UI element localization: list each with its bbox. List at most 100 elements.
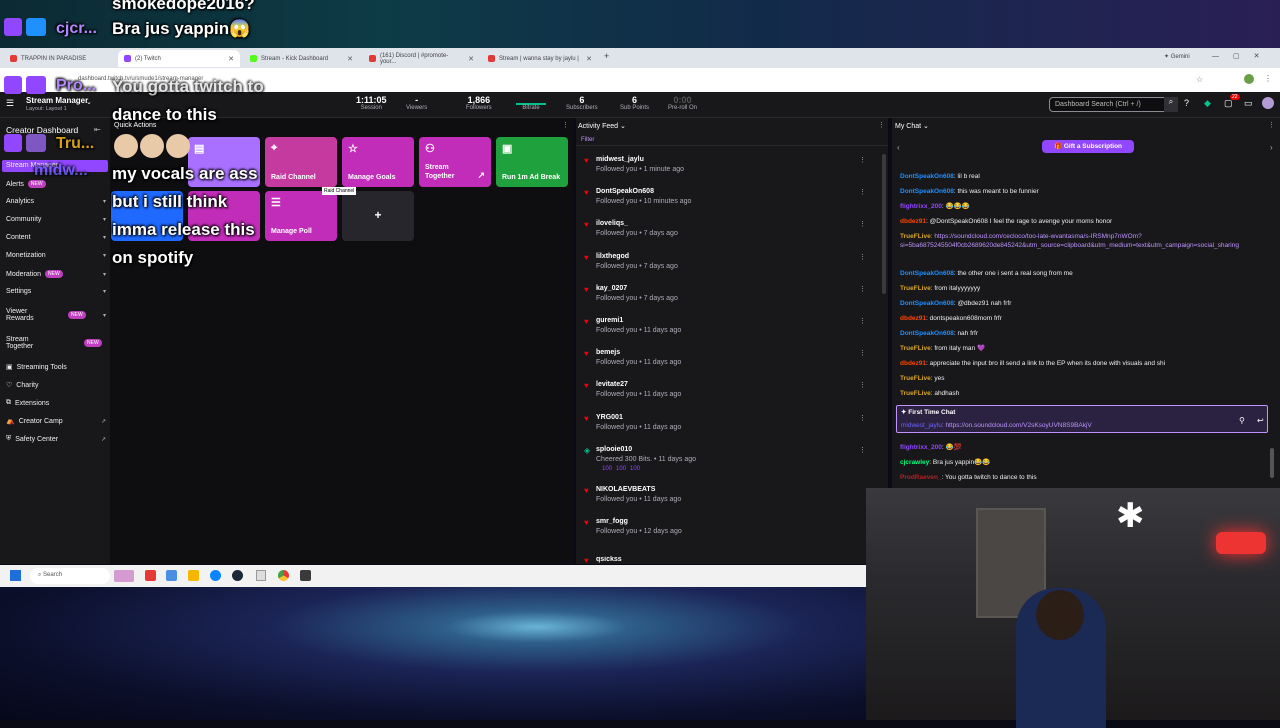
gift-subscription-button[interactable]: 🎁 Gift a Subscription [1042,140,1134,153]
bits-icon[interactable]: ◆ [1204,98,1211,109]
close-icon[interactable]: ✕ [468,55,474,63]
filter-bar[interactable]: Filter [576,134,888,146]
chat-message[interactable]: TrueFLive: https://soundcloud.com/cecloc… [900,232,1268,250]
browser-tab-active[interactable]: (2) Twitch ✕ [118,50,240,67]
chat-username[interactable]: DontSpeakOn608 [900,188,954,195]
window-controls[interactable]: —▢✕ [1212,52,1273,60]
chat-message[interactable]: DontSpeakOn608: @dbdez91 nah frfr [900,299,1268,308]
chat-username[interactable]: dbdez91 [900,360,926,367]
activity-item[interactable]: ♥ iloveliqs_ Followed you • 7 days ago ⋮ [584,220,874,237]
chat-message[interactable]: TrueFLive: ahdhash [900,389,1268,398]
item-menu-icon[interactable]: ⋮ [859,156,866,164]
app-icon[interactable] [145,570,156,581]
sidebar-item-creator-camp[interactable]: ⛺ Creator Camp ↗ [6,417,106,426]
close-icon[interactable]: ✕ [347,55,353,63]
activity-username[interactable]: qsickss [596,556,622,563]
whispers-icon[interactable]: ▭ [1244,98,1253,109]
panel-menu-icon[interactable]: ⋮ [878,121,885,129]
chat-message[interactable]: DontSpeakOn608: lil b real [900,172,1268,181]
browser-tab[interactable]: Stream | wanna stay by jaylu | ✕ [482,50,598,67]
chat-message[interactable]: DontSpeakOn608: this was meant to be fun… [900,187,1268,196]
pin-icon[interactable]: ⚲ [1239,416,1245,425]
activity-username[interactable]: NIKOLAEVBEATS [596,486,655,493]
activity-username[interactable]: levitate27 [596,381,628,388]
close-icon[interactable]: ✕ [228,55,234,63]
chat-username[interactable]: ProdRaeven_ [900,474,942,481]
sidebar-item-charity[interactable]: ♡ Charity [6,381,106,390]
run-ad-break-button[interactable]: ▣ Run 1m Ad Break [496,137,568,187]
edge-icon[interactable] [210,570,221,581]
sidebar-item-moderation[interactable]: Moderation NEW ▾ [6,270,106,278]
chat-username[interactable]: TrueFLive [900,375,931,382]
activity-username[interactable]: YRG001 [596,414,623,421]
item-menu-icon[interactable]: ⋮ [859,188,866,196]
sidebar-item-content[interactable]: Content ▾ [6,234,106,241]
sidebar-item-analytics[interactable]: Analytics ▾ [6,198,106,205]
stream-together-button[interactable]: ⚇ Stream Together ↗ [419,137,491,187]
browser-tab[interactable]: (161) Discord | #promote-your... ✕ [363,50,480,67]
chat-message[interactable]: TrueFLive: yes [900,374,1268,383]
chat-username[interactable]: TrueFLive [900,285,931,292]
sidebar-item-settings[interactable]: Settings ▾ [6,288,106,295]
chat-username[interactable]: TrueFLive [900,345,931,352]
activity-item[interactable]: ♥ NIKOLAEVBEATS Followed you • 11 days ago [584,486,874,503]
file-icon[interactable] [256,570,266,581]
profile-avatar[interactable] [1244,74,1254,84]
chat-message[interactable]: DontSpeakOn608: nah frfr [900,329,1268,338]
item-menu-icon[interactable]: ⋮ [859,414,866,422]
activity-username[interactable]: lilxthegod [596,253,629,260]
chrome-icon[interactable] [278,570,289,581]
activity-username[interactable]: midwest_jaylu [596,156,644,163]
chat-username[interactable]: DontSpeakOn608 [900,270,954,277]
activity-feed-title[interactable]: Activity Feed ⌄ [578,122,626,130]
item-menu-icon[interactable]: ⋮ [859,381,866,389]
item-menu-icon[interactable]: ⋮ [859,285,866,293]
hamburger-icon[interactable]: ☰ [6,98,14,109]
chat-username[interactable]: dbdez91 [900,218,926,225]
collapse-icon[interactable]: ⇤ [94,125,101,134]
chevron-right-icon[interactable]: › [1270,143,1273,152]
chat-text[interactable]: : https://on.soundcloud.com/V2sKsoyUVN8S… [942,422,1092,429]
activity-username[interactable]: bemejs [596,349,620,356]
activity-item[interactable]: ◈ splooie010 Cheered 300 Bits. • 11 days a… [584,446,874,472]
gemini-button[interactable]: ✦ Gemini [1164,53,1190,60]
chat-message[interactable]: TrueFLive: from italyyyyyyy [900,284,1268,293]
activity-username[interactable]: iloveliqs_ [596,220,628,227]
chevron-down-icon[interactable]: ⌄ [86,98,92,106]
steam-icon[interactable] [232,570,243,581]
manage-poll-button[interactable]: ☰ Manage Poll [265,191,337,241]
browser-tab[interactable]: TRAPPIN IN PARADISE [4,50,114,67]
item-menu-icon[interactable]: ⋮ [859,446,866,454]
item-menu-icon[interactable]: ⋮ [859,317,866,325]
chat-message[interactable]: cjcrawley: Bra jus yappin😂😂 [900,458,1268,467]
file-explorer-icon[interactable] [188,570,199,581]
panel-menu-icon[interactable]: ⋮ [562,121,569,129]
activity-username[interactable]: splooie010 [596,446,632,453]
help-icon[interactable]: ? [1184,98,1189,108]
chat-message[interactable]: dbdez91: dontspeakon608mom frfr [900,314,1268,323]
activity-item[interactable]: ♥ guremi1 Followed you • 11 days ago ⋮ [584,317,874,334]
activity-item[interactable]: ♥ kay_0207 Followed you • 7 days ago ⋮ [584,285,874,302]
obs-icon[interactable] [300,570,311,581]
activity-item[interactable]: ♥ smr_fogg Followed you • 12 days ago [584,518,874,535]
sidebar-item-community[interactable]: Community ▾ [6,216,106,223]
chat-username[interactable]: TrueFLive [900,390,931,397]
scrollbar[interactable] [1270,448,1274,478]
chat-username[interactable]: DontSpeakOn608 [900,330,954,337]
activity-item[interactable]: ♥ lilxthegod Followed you • 7 days ago ⋮ [584,253,874,270]
item-menu-icon[interactable]: ⋮ [859,220,866,228]
activity-username[interactable]: guremi1 [596,317,623,324]
chat-username[interactable]: flightrixx_200 [900,444,942,451]
manage-goals-button[interactable]: ☆ Manage Goals [342,137,414,187]
widget-icon[interactable] [114,570,134,582]
windows-start-icon[interactable] [10,570,21,581]
activity-username[interactable]: smr_fogg [596,518,628,525]
chat-message[interactable]: dbdez91: @DontSpeakOn608 I feel the rage… [900,217,1268,226]
sidebar-item-streaming-tools[interactable]: ▣ Streaming Tools [6,363,106,372]
sidebar-item-alerts[interactable]: Alerts NEW [6,180,106,188]
sidebar-item-viewer-rewards[interactable]: Viewer Rewards NEW ▾ [6,308,106,322]
activity-username[interactable]: kay_0207 [596,285,627,292]
search-icon[interactable]: ⌕ [1164,97,1178,112]
chat-username[interactable]: midwest_jaylu [901,422,942,429]
browser-tab[interactable]: Stream - Kick Dashboard ✕ [244,50,359,67]
